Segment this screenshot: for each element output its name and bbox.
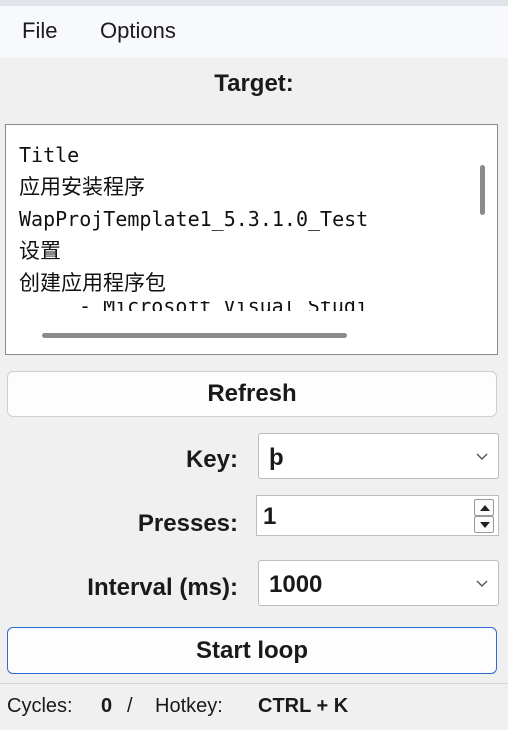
hotkey-label: Hotkey: [155,695,223,717]
menu-options[interactable]: Options [100,16,176,46]
arrow-up-icon [480,505,490,511]
key-select[interactable]: þ [258,433,499,479]
presses-label: Presses: [137,510,238,537]
list-item[interactable]: Title [19,139,368,171]
presses-stepper[interactable]: 1 [256,495,499,536]
key-label: Key: [185,446,238,473]
target-title: Target: [214,70,294,97]
key-value: þ [269,444,284,471]
decrement-button[interactable] [474,516,494,533]
refresh-button[interactable]: Refresh [7,371,497,417]
chevron-down-icon [476,453,488,460]
start-loop-button[interactable]: Start loop [7,627,497,674]
cycles-value: 0 [101,695,113,717]
chevron-down-icon [476,580,488,587]
target-list[interactable]: Title 应用安装程序 WapProjTemplate1_5.3.1.0_Te… [5,124,498,355]
hotkey-value: CTRL + K [258,695,349,717]
list-item[interactable]: 应用安装程序 [19,171,368,203]
increment-button[interactable] [474,499,494,516]
menu-file[interactable]: File [22,16,57,46]
presses-value: 1 [263,503,277,530]
status-separator: / [127,695,133,717]
vertical-scrollbar[interactable] [480,165,485,215]
arrow-down-icon [480,522,490,528]
list-item[interactable]: 设置 [19,235,368,267]
menu-bar: File Options [0,0,508,58]
list-item[interactable]: WapProjTemplate1_5.3.1.0_Test [19,203,368,235]
interval-select[interactable]: 1000 [258,560,499,606]
horizontal-scrollbar[interactable] [42,333,347,338]
cycles-label: Cycles: [7,695,73,717]
status-bar: Cycles: 0 / Hotkey: CTRL + K [0,683,508,730]
list-item[interactable]: - Microsoft Visual Studi [19,301,368,311]
interval-value: 1000 [269,571,323,598]
interval-label: Interval (ms): [87,574,238,601]
list-item[interactable]: 创建应用程序包 [19,267,368,299]
